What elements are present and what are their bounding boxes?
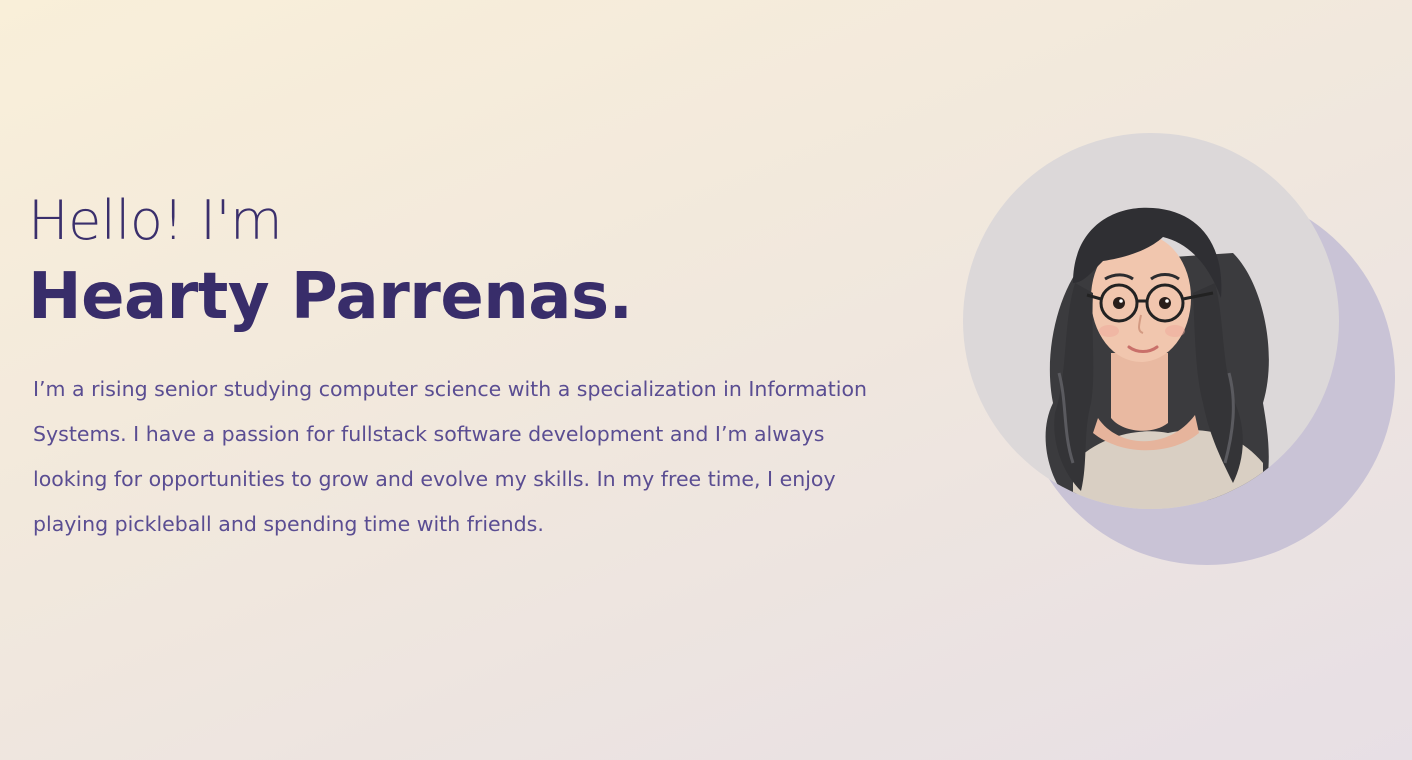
- avatar-illustration-icon: [1045, 207, 1269, 509]
- name-heading: Hearty Parrenas.: [28, 260, 633, 334]
- avatar-container: [963, 133, 1395, 565]
- hero-section: Hello! I'm Hearty Parrenas. I’m a rising…: [0, 0, 1412, 760]
- avatar: [963, 133, 1339, 509]
- bio-paragraph: I’m a rising senior studying computer sc…: [33, 377, 868, 536]
- greeting-text: Hello! I'm: [28, 189, 283, 252]
